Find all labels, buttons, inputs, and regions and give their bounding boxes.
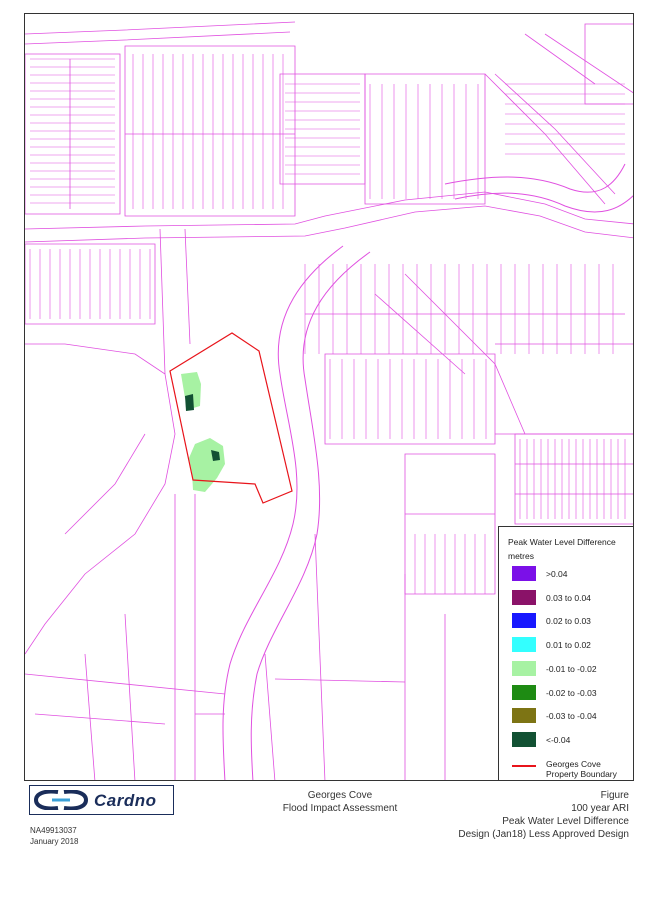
legend-item: >0.04 bbox=[512, 566, 633, 582]
boundary-line-swatch bbox=[512, 765, 536, 767]
legend-item-label: -0.01 to -0.02 bbox=[546, 663, 597, 674]
cadastre-line bbox=[304, 264, 614, 354]
legend-swatch bbox=[512, 613, 536, 629]
legend-swatch bbox=[512, 708, 536, 724]
cadastre-line bbox=[25, 205, 633, 243]
figure-line-1: 100 year ARI bbox=[571, 803, 629, 814]
cadastre-line bbox=[64, 433, 146, 535]
legend-swatch bbox=[512, 589, 536, 605]
legend-item-label: 0.01 to 0.02 bbox=[546, 640, 591, 651]
cadastre-line bbox=[414, 534, 486, 594]
cadastre-line bbox=[524, 33, 633, 94]
legend-item: -0.03 to -0.04 bbox=[512, 708, 633, 724]
cadastre-line bbox=[159, 228, 191, 375]
impact-area-north-dark bbox=[185, 394, 194, 411]
cadastre-line bbox=[25, 673, 406, 695]
figure-line-3: Design (Jan18) Less Approved Design bbox=[458, 829, 629, 840]
cadastre-line bbox=[25, 53, 121, 215]
cadastre-line bbox=[29, 249, 151, 319]
cadastre-line bbox=[515, 463, 633, 495]
legend-item: 0.01 to 0.02 bbox=[512, 637, 633, 653]
boundary-label-line1: Georges Cove bbox=[546, 759, 601, 769]
cadastre-line bbox=[519, 439, 626, 519]
cadastre-line bbox=[222, 245, 344, 780]
cadastre-line bbox=[369, 84, 479, 199]
property-boundary bbox=[169, 332, 293, 504]
legend-item-label: 0.02 to 0.03 bbox=[546, 616, 591, 627]
cadastre-line bbox=[484, 73, 616, 205]
legend-item: -0.01 to -0.02 bbox=[512, 660, 633, 677]
cadastre-line bbox=[404, 574, 446, 780]
map-frame[interactable]: Peak Water Level Difference metres >0.04… bbox=[24, 13, 634, 781]
cadastre-line bbox=[132, 54, 284, 209]
legend-boundary-label: Georges Cove Property Boundary bbox=[546, 759, 617, 779]
legend-item: 0.03 to 0.04 bbox=[512, 589, 633, 606]
document-reference: NA49913037 January 2018 bbox=[30, 825, 78, 847]
legend-units: metres bbox=[508, 551, 534, 561]
cadastre-line bbox=[124, 45, 296, 217]
cadastre-line bbox=[454, 192, 633, 213]
legend-item: 0.02 to 0.03 bbox=[512, 613, 633, 629]
map-legend: Peak Water Level Difference metres >0.04… bbox=[498, 526, 633, 780]
cadastre-line bbox=[25, 21, 296, 35]
cadastre-line bbox=[329, 359, 487, 439]
project-title-block: Georges Cove Flood Impact Assessment bbox=[270, 789, 410, 815]
boundary-label-line2: Property Boundary bbox=[546, 769, 617, 779]
legend-item-label: >0.04 bbox=[546, 569, 568, 579]
ref-date: January 2018 bbox=[30, 837, 79, 846]
figure-line-2: Peak Water Level Difference bbox=[502, 816, 629, 827]
flood-impact-areas bbox=[181, 372, 225, 492]
cadastre-line bbox=[34, 713, 225, 725]
cadastre-line bbox=[285, 83, 360, 175]
cadastre-line bbox=[584, 23, 633, 105]
cadastre-line bbox=[505, 83, 625, 155]
cadastre-line bbox=[495, 343, 633, 435]
cadastre-line bbox=[404, 453, 496, 595]
legend-item-label: 0.03 to 0.04 bbox=[546, 592, 591, 603]
project-subtitle: Flood Impact Assessment bbox=[282, 803, 398, 814]
figure-title-block: Figure 100 year ARI Peak Water Level Dif… bbox=[458, 789, 629, 841]
legend-item-label: <-0.04 bbox=[546, 734, 571, 745]
legend-title: Peak Water Level Difference bbox=[508, 537, 616, 547]
legend-swatch bbox=[512, 566, 536, 581]
cadastre-line bbox=[324, 353, 496, 445]
legend-item: -0.02 to -0.03 bbox=[512, 684, 633, 701]
cardno-logo: Cardno bbox=[29, 785, 174, 815]
legend-item-label: -0.03 to -0.04 bbox=[546, 711, 597, 722]
legend-swatch bbox=[512, 660, 536, 676]
cadastre-line bbox=[514, 433, 633, 525]
cadastre-line bbox=[84, 613, 136, 780]
logo-wordmark: Cardno bbox=[94, 791, 157, 810]
project-title: Georges Cove bbox=[307, 790, 373, 801]
impact-area-south bbox=[189, 438, 225, 492]
legend-swatch bbox=[512, 684, 536, 700]
cadastre-line bbox=[444, 163, 626, 193]
cadastre-line bbox=[25, 31, 291, 45]
legend-item-property-boundary: Georges Cove Property Boundary bbox=[512, 759, 633, 780]
legend-item-label: -0.02 to -0.03 bbox=[546, 687, 597, 698]
legend-swatch bbox=[512, 637, 536, 653]
cadastre-line bbox=[174, 494, 196, 780]
figure-label: Figure bbox=[600, 790, 629, 801]
legend-swatch bbox=[512, 731, 536, 747]
cardno-logo-mark bbox=[34, 790, 89, 810]
cadastre-line bbox=[30, 58, 115, 204]
cadastre-line bbox=[364, 73, 486, 205]
cadastre-line bbox=[264, 533, 326, 780]
ref-code: NA49913037 bbox=[30, 826, 77, 835]
legend-item: <-0.04 bbox=[512, 731, 633, 748]
